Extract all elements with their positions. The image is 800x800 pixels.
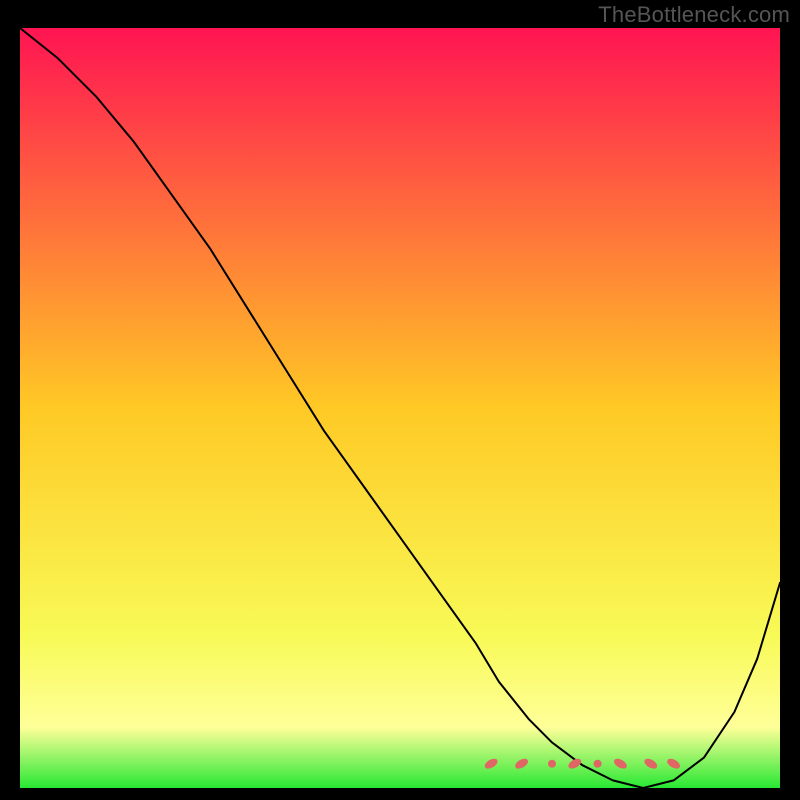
chart-frame: TheBottleneck.com bbox=[0, 0, 800, 800]
watermark-text: TheBottleneck.com bbox=[598, 2, 790, 28]
marker-dot bbox=[594, 760, 602, 768]
plot-area bbox=[20, 28, 780, 788]
marker-dot bbox=[548, 760, 556, 768]
chart-svg bbox=[20, 28, 780, 788]
